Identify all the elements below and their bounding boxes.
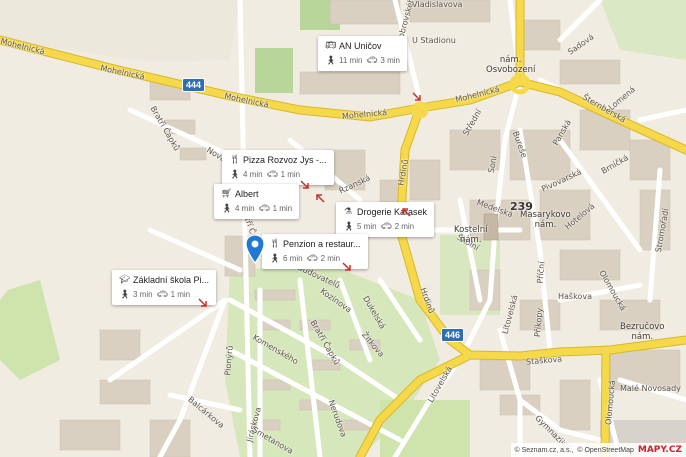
poi-name: Drogerie Karasek — [357, 206, 428, 217]
walk-icon: 🚶︎ — [119, 289, 131, 299]
poi-pointer-arrow — [198, 298, 207, 307]
poi-card-pizza[interactable]: 🍴︎ Pizza Rozvoz Jys -... 🚶︎ 4 min 🚗︎ 1 min — [222, 150, 334, 185]
location-pin-icon[interactable] — [245, 234, 265, 264]
poi-drive-time: 3 min — [380, 56, 400, 65]
poi-card-drugstore[interactable]: ⚗ Drogerie Karasek 🚶︎ 5 min 🚗︎ 2 min — [336, 202, 435, 237]
restaurant-icon: 🍴︎ — [269, 238, 281, 248]
poi-walk-time: 4 min — [235, 204, 255, 213]
poi-walk-time: 3 min — [133, 290, 153, 299]
walk-icon: 🚶︎ — [343, 221, 355, 231]
car-icon: 🚗︎ — [380, 221, 392, 231]
poi-name: Pizza Rozvoz Jys -... — [243, 154, 327, 165]
poi-name: Albert — [235, 188, 259, 199]
walk-icon: 🚶︎ — [269, 253, 281, 263]
map-canvas[interactable]: 444 446 Mohelnická Mohelnická Mohelnická… — [0, 0, 686, 457]
poi-name: AN Uničov — [339, 40, 382, 51]
car-icon: 🚗︎ — [156, 289, 168, 299]
map-attribution: © Seznam.cz, a.s., © OpenStreetMap MAPY.… — [510, 443, 686, 457]
walk-icon: 🚶︎ — [221, 203, 233, 213]
poi-pointer-arrow — [412, 92, 421, 101]
walk-icon: 🚶︎ — [229, 169, 241, 179]
poi-walk-time: 11 min — [339, 56, 363, 65]
poi-pointer-arrow — [316, 194, 325, 203]
poi-drive-time: 1 min — [170, 290, 191, 299]
walk-icon: 🚶︎ — [325, 55, 337, 65]
poi-drive-time: 2 min — [394, 222, 415, 231]
school-icon: 🎓︎ — [119, 274, 131, 284]
drugstore-icon: ⚗ — [343, 206, 353, 216]
attribution-seznam[interactable]: © Seznam.cz, a.s., — [515, 447, 574, 454]
car-icon: 🚗︎ — [366, 55, 378, 65]
poi-pointer-arrow — [300, 180, 309, 189]
poi-card-bus-station[interactable]: 🚌︎ AN Uničov 🚶︎ 11 min 🚗︎ 3 min — [318, 36, 407, 71]
car-icon: 🚗︎ — [258, 203, 270, 213]
car-icon: 🚗︎ — [306, 253, 318, 263]
poi-name: Základní škola Pi... — [133, 274, 210, 285]
poi-walk-time: 6 min — [283, 254, 303, 263]
poi-drive-time: 2 min — [320, 254, 341, 263]
poi-drive-time: 1 min — [280, 170, 301, 179]
poi-card-albert[interactable]: 🛒︎ Albert 🚶︎ 4 min 🚗︎ 1 min — [214, 184, 300, 219]
car-icon: 🚗︎ — [266, 169, 278, 179]
mapy-cz-logo[interactable]: MAPY.CZ — [638, 445, 682, 455]
route-number-badge: 446 — [441, 328, 465, 342]
poi-walk-time: 4 min — [243, 170, 263, 179]
restaurant-icon: 🍴︎ — [229, 154, 241, 164]
bus-icon: 🚌︎ — [325, 40, 337, 50]
shopping-cart-icon: 🛒︎ — [221, 188, 233, 198]
poi-name: Penzion a restaur... — [283, 238, 361, 249]
route-number-badge: 444 — [182, 78, 206, 92]
poi-pointer-arrow — [342, 262, 351, 271]
poi-drive-time: 1 min — [272, 204, 293, 213]
poi-pointer-arrow — [402, 208, 411, 217]
attribution-osm[interactable]: © OpenStreetMap — [577, 447, 634, 454]
poi-walk-time: 5 min — [357, 222, 377, 231]
